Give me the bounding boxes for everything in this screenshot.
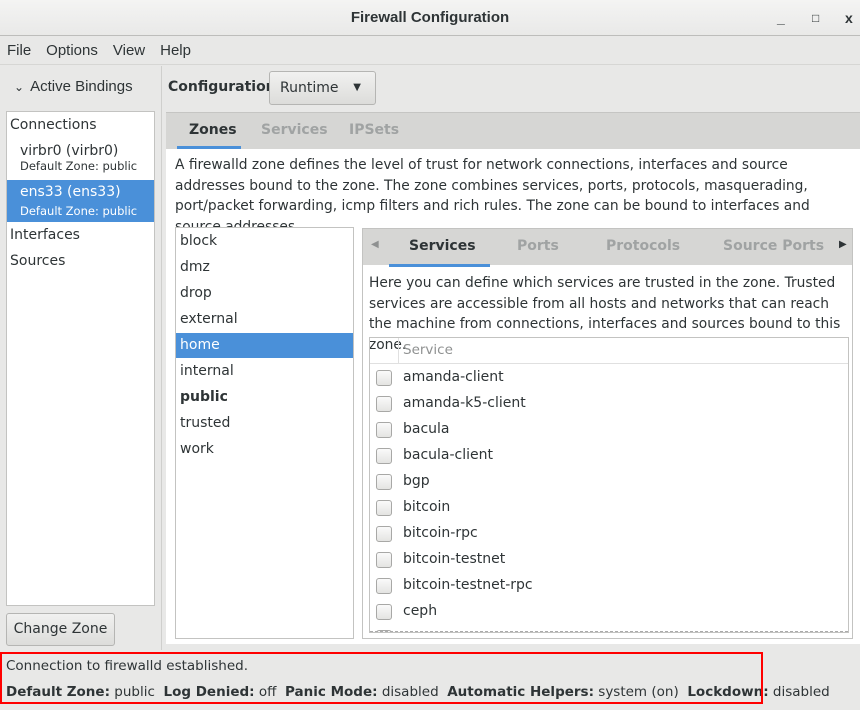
service-name: ceph — [403, 603, 438, 619]
service-row[interactable]: bacula-client — [370, 443, 848, 469]
service-checkbox[interactable] — [376, 604, 392, 620]
service-row[interactable]: bgp — [370, 469, 848, 495]
service-checkbox[interactable] — [376, 474, 392, 490]
column-service[interactable]: Service — [403, 342, 453, 358]
service-name: amanda-client — [403, 369, 504, 385]
service-row[interactable]: bacula — [370, 417, 848, 443]
zone-item[interactable]: drop — [180, 285, 212, 301]
service-row[interactable]: amanda-client — [370, 365, 848, 391]
tab-ipsets[interactable]: IPSets — [349, 122, 399, 138]
main-tabs: Zones Services IPSets — [166, 112, 860, 149]
active-bindings-label: Active Bindings — [30, 78, 133, 95]
service-checkbox[interactable] — [376, 422, 392, 438]
scroll-left-icon[interactable]: ◀ — [371, 239, 379, 250]
connections-header: Connections — [10, 117, 97, 133]
tab-services[interactable]: Services — [261, 122, 328, 138]
menu-help[interactable]: Help — [160, 42, 191, 59]
chevron-down-icon: ⌄ — [14, 80, 25, 94]
scroll-right-icon[interactable]: ▶ — [839, 239, 847, 250]
zone-item-selected[interactable]: home — [180, 337, 220, 353]
tab-zone-services[interactable]: Services — [409, 238, 476, 254]
active-bindings-toggle[interactable]: ⌄ Active Bindings — [14, 78, 133, 95]
service-name: bacula-client — [403, 447, 494, 463]
zone-list: block dmz drop external home internal pu… — [175, 227, 354, 639]
service-checkbox[interactable] — [376, 396, 392, 412]
connection-ens33[interactable]: ens33 (ens33) Default Zone: public — [7, 180, 154, 222]
zone-item[interactable]: dmz — [180, 259, 210, 275]
active-tab-indicator — [389, 264, 490, 267]
zone-item[interactable]: work — [180, 441, 214, 457]
service-checkbox[interactable] — [376, 370, 392, 386]
dropdown-arrow-icon: ▼ — [353, 82, 361, 93]
connection-name: virbr0 (virbr0) — [20, 143, 119, 159]
menu-options[interactable]: Options — [46, 42, 98, 59]
configuration-dropdown[interactable]: Runtime ▼ — [269, 71, 376, 105]
service-checkbox[interactable] — [376, 448, 392, 464]
connection-virbr0[interactable]: virbr0 (virbr0) Default Zone: public — [20, 143, 137, 173]
annotation-highlight-box — [0, 652, 763, 704]
service-checkbox[interactable] — [376, 526, 392, 542]
service-name: bitcoin-rpc — [403, 525, 478, 541]
service-row[interactable]: bitcoin-testnet — [370, 547, 848, 573]
services-table: Service amanda-client amanda-k5-client bac… — [369, 337, 849, 633]
zone-item[interactable]: internal — [180, 363, 234, 379]
zone-tabs: ◀ Services Ports Protocols Source Ports … — [363, 229, 852, 267]
close-button[interactable]: x — [845, 0, 853, 36]
service-checkbox[interactable] — [376, 578, 392, 594]
menu-bar: File Options View Help — [0, 37, 860, 65]
menu-file[interactable]: File — [7, 42, 31, 59]
maximize-button[interactable]: □ — [812, 0, 819, 36]
zone-item[interactable]: external — [180, 311, 238, 327]
service-name: bitcoin — [403, 499, 451, 515]
service-checkbox[interactable] — [376, 500, 392, 516]
zone-item[interactable]: trusted — [180, 415, 230, 431]
service-row[interactable]: bitcoin — [370, 495, 848, 521]
bindings-list: Connections virbr0 (virbr0) Default Zone:… — [6, 111, 155, 606]
zones-description: A firewalld zone defines the level of tr… — [175, 157, 810, 235]
service-name: bitcoin-testnet-rpc — [403, 577, 533, 593]
connection-zone: Default Zone: public — [20, 204, 138, 218]
configuration-label: Configuration: — [168, 79, 282, 95]
service-name: bgp — [403, 473, 430, 489]
service-row[interactable]: bitcoin-rpc — [370, 521, 848, 547]
connection-zone: Default Zone: public — [20, 159, 138, 173]
service-row[interactable]: bitcoin-testnet-rpc — [370, 573, 848, 599]
scroll-edge — [370, 631, 848, 632]
lockdown-value: disabled — [772, 684, 830, 700]
menu-view[interactable]: View — [113, 42, 145, 59]
tab-zones[interactable]: Zones — [189, 122, 237, 138]
service-row[interactable]: ceph — [370, 599, 848, 625]
configuration-value: Runtime — [280, 80, 339, 96]
zone-settings-notebook: ◀ Services Ports Protocols Source Ports … — [362, 228, 853, 639]
service-row[interactable]: amanda-k5-client — [370, 391, 848, 417]
change-zone-button[interactable]: Change Zone — [6, 613, 115, 646]
window-title: Firewall Configuration — [350, 9, 510, 26]
service-name: bitcoin-testnet — [403, 551, 506, 567]
table-header: Service — [370, 338, 848, 364]
minimize-button[interactable]: _ — [777, 0, 785, 36]
service-name: bacula — [403, 421, 450, 437]
zone-item[interactable]: block — [180, 233, 217, 249]
title-bar: Firewall Configuration — [0, 0, 860, 36]
tab-zone-protocols[interactable]: Protocols — [606, 238, 680, 254]
service-name: amanda-k5-client — [403, 395, 526, 411]
connection-name: ens33 (ens33) — [20, 184, 121, 200]
sources-item[interactable]: Sources — [10, 253, 65, 269]
zone-item-default[interactable]: public — [180, 389, 228, 405]
interfaces-item[interactable]: Interfaces — [10, 227, 80, 243]
service-checkbox[interactable] — [376, 552, 392, 568]
tab-zone-source-ports[interactable]: Source Ports — [723, 238, 824, 254]
tab-zone-ports[interactable]: Ports — [517, 238, 559, 254]
